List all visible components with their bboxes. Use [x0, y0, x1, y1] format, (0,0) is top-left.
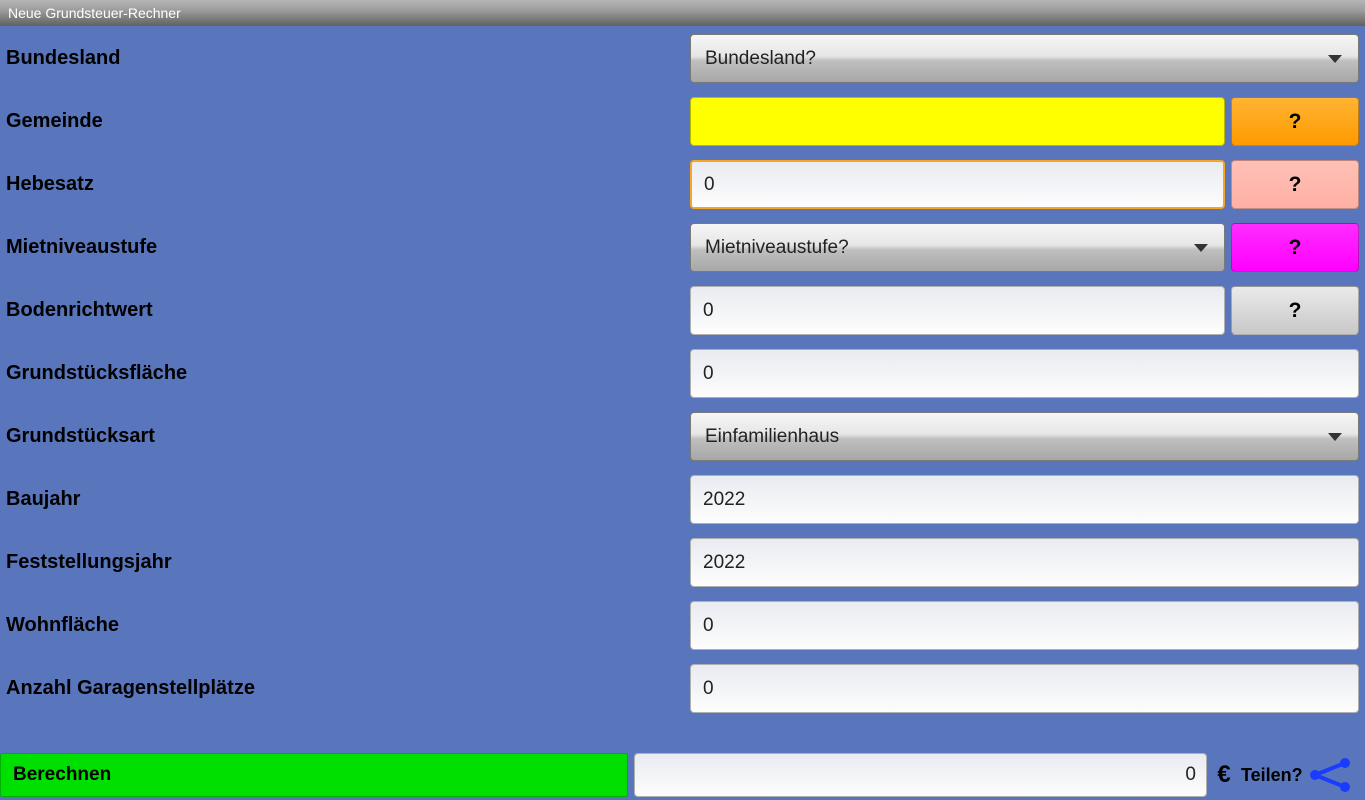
- select-mietniveau-value: Mietniveaustufe?: [705, 237, 849, 259]
- input-feststellung[interactable]: 2022: [690, 538, 1359, 587]
- select-bundesland-value: Bundesland?: [705, 48, 816, 70]
- row-baujahr: Baujahr 2022: [0, 475, 1359, 524]
- form: Bundesland Bundesland? Gemeinde ? Hebesa…: [0, 26, 1365, 750]
- input-boden-value: 0: [703, 300, 714, 322]
- chevron-down-icon: [1328, 433, 1342, 441]
- row-mietniveau: Mietniveaustufe Mietniveaustufe? ?: [0, 223, 1359, 272]
- label-art: Grundstücksart: [0, 425, 690, 448]
- help-icon: ?: [1289, 299, 1302, 323]
- input-hebesatz-value: 0: [704, 174, 715, 196]
- select-bundesland[interactable]: Bundesland?: [690, 34, 1359, 83]
- input-flaeche[interactable]: 0: [690, 349, 1359, 398]
- row-bundesland: Bundesland Bundesland?: [0, 34, 1359, 83]
- help-icon: ?: [1289, 110, 1302, 134]
- euro-symbol: €: [1213, 753, 1235, 797]
- input-feststellung-value: 2022: [703, 552, 745, 574]
- input-wohnflaeche[interactable]: 0: [690, 601, 1359, 650]
- label-wohnflaeche: Wohnfläche: [0, 614, 690, 637]
- help-gemeinde-button[interactable]: ?: [1231, 97, 1359, 146]
- input-gemeinde[interactable]: [690, 97, 1225, 146]
- calculate-button[interactable]: Berechnen: [0, 753, 628, 797]
- input-boden[interactable]: 0: [690, 286, 1225, 335]
- input-flaeche-value: 0: [703, 363, 714, 385]
- calculate-label: Berechnen: [13, 764, 111, 786]
- label-baujahr: Baujahr: [0, 488, 690, 511]
- app-title: Neue Grundsteuer-Rechner: [8, 5, 181, 21]
- row-boden: Bodenrichtwert 0 ?: [0, 286, 1359, 335]
- result-output: 0: [634, 753, 1207, 797]
- row-wohnflaeche: Wohnfläche 0: [0, 601, 1359, 650]
- select-mietniveau[interactable]: Mietniveaustufe?: [690, 223, 1225, 272]
- label-gemeinde: Gemeinde: [0, 110, 690, 133]
- row-garagen: Anzahl Garagenstellplätze 0: [0, 664, 1359, 713]
- chevron-down-icon: [1194, 244, 1208, 252]
- input-wohnflaeche-value: 0: [703, 615, 714, 637]
- share-icon: [1307, 757, 1353, 793]
- label-feststellung: Feststellungsjahr: [0, 551, 690, 574]
- help-mietniveau-button[interactable]: ?: [1231, 223, 1359, 272]
- chevron-down-icon: [1328, 55, 1342, 63]
- input-baujahr[interactable]: 2022: [690, 475, 1359, 524]
- select-art[interactable]: Einfamilienhaus: [690, 412, 1359, 461]
- row-hebesatz: Hebesatz 0 ?: [0, 160, 1359, 209]
- share-button[interactable]: Teilen?: [1241, 753, 1361, 797]
- input-baujahr-value: 2022: [703, 489, 745, 511]
- help-icon: ?: [1289, 236, 1302, 260]
- titlebar: Neue Grundsteuer-Rechner: [0, 0, 1365, 26]
- row-art: Grundstücksart Einfamilienhaus: [0, 412, 1359, 461]
- label-mietniveau: Mietniveaustufe: [0, 236, 690, 259]
- input-garagen-value: 0: [703, 678, 714, 700]
- select-art-value: Einfamilienhaus: [705, 426, 839, 448]
- input-hebesatz[interactable]: 0: [690, 160, 1225, 209]
- label-bundesland: Bundesland: [0, 47, 690, 70]
- help-hebesatz-button[interactable]: ?: [1231, 160, 1359, 209]
- label-boden: Bodenrichtwert: [0, 299, 690, 322]
- result-value: 0: [1185, 764, 1196, 786]
- row-gemeinde: Gemeinde ?: [0, 97, 1359, 146]
- label-flaeche: Grundstücksfläche: [0, 362, 690, 385]
- row-feststellung: Feststellungsjahr 2022: [0, 538, 1359, 587]
- help-boden-button[interactable]: ?: [1231, 286, 1359, 335]
- label-hebesatz: Hebesatz: [0, 173, 690, 196]
- label-garagen: Anzahl Garagenstellplätze: [0, 677, 690, 700]
- row-flaeche: Grundstücksfläche 0: [0, 349, 1359, 398]
- share-label: Teilen?: [1241, 765, 1303, 786]
- input-garagen[interactable]: 0: [690, 664, 1359, 713]
- help-icon: ?: [1289, 173, 1302, 197]
- bottombar: Berechnen 0 € Teilen?: [0, 750, 1365, 800]
